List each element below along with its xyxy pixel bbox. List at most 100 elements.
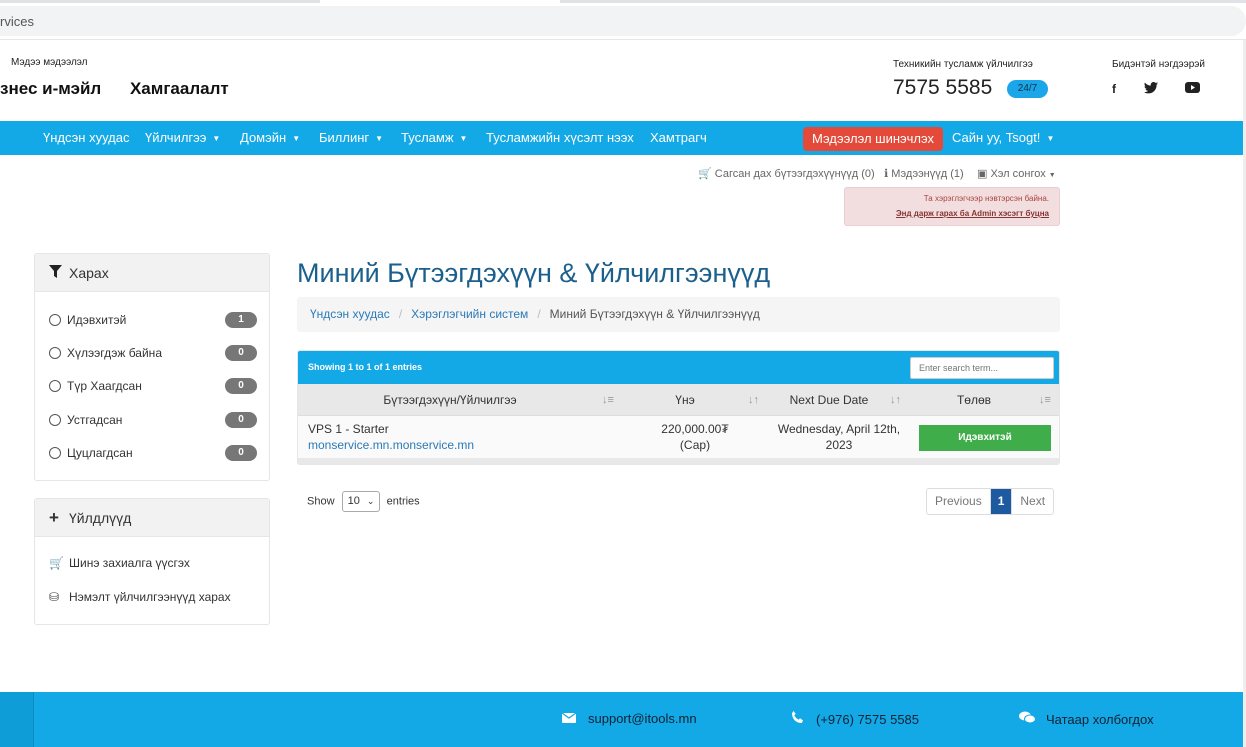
actions-panel: + Үйлдлүүд 🛒 Шинэ захиалга үүсгэх ⛁ Нэмэлт … bbox=[34, 498, 270, 625]
column-header-price[interactable]: Үнэ bbox=[628, 384, 742, 416]
radio-icon[interactable] bbox=[49, 413, 61, 426]
filter-pending[interactable]: Хүлээгдэж байна 0 bbox=[49, 343, 257, 363]
nav-item-domains[interactable]: Домэйн ▼ bbox=[240, 121, 300, 155]
radio-icon[interactable] bbox=[49, 446, 61, 459]
table-search-input[interactable] bbox=[910, 357, 1054, 379]
footer-chat[interactable]: Чатаар холбогдох bbox=[1018, 711, 1154, 727]
caret-down-icon: ▼ bbox=[459, 133, 468, 143]
nav-item-open-ticket[interactable]: Тусламжийн хүсэлт нээх bbox=[486, 121, 634, 155]
sort-icon[interactable]: ↓≡ bbox=[1039, 384, 1051, 416]
actions-panel-header: + Үйлдлүүд bbox=[35, 499, 269, 537]
nav-item-support[interactable]: Тусламж ▼ bbox=[401, 121, 467, 155]
product-name: VPS 1 - Starter bbox=[308, 422, 389, 436]
filter-icon bbox=[49, 254, 63, 292]
radio-icon[interactable] bbox=[49, 379, 61, 392]
footer-phone[interactable]: (+976) 7575 5585 bbox=[788, 711, 919, 727]
news-label[interactable]: Мэдээ мэдээлэл bbox=[11, 57, 88, 68]
breadcrumb: Үндсэн хуудас / Хэрэглэгчийн систем / Миний … bbox=[297, 297, 1060, 332]
nav-item-home[interactable]: Үндсэн хуудас bbox=[43, 121, 129, 155]
caret-down-icon: ▼ bbox=[1046, 133, 1055, 143]
table-info: Showing 1 to 1 of 1 entries bbox=[308, 362, 423, 372]
plus-icon: + bbox=[49, 508, 59, 527]
chevron-down-icon: ⌄ bbox=[366, 496, 375, 506]
address-bar[interactable]: rvices bbox=[0, 6, 1246, 36]
column-header-status[interactable]: Төлөв bbox=[916, 384, 1032, 416]
browser-active-tab[interactable] bbox=[320, 0, 560, 3]
radio-icon[interactable] bbox=[49, 346, 61, 359]
table-header: Бүтээгдэхүүн/Үйлчилгээ ↓≡ Үнэ ↓↑ Next Du… bbox=[298, 384, 1059, 416]
filter-terminated[interactable]: Устгадсан 0 bbox=[49, 410, 257, 430]
caret-down-icon: ▼ bbox=[292, 133, 301, 143]
column-header-product[interactable]: Бүтээгдэхүүн/Үйлчилгээ bbox=[308, 384, 592, 416]
column-header-due-date[interactable]: Next Due Date bbox=[768, 384, 890, 416]
support-label: Техникийн тусламж үйлчилгээ bbox=[893, 59, 1033, 70]
pagination-previous[interactable]: Previous bbox=[927, 489, 991, 514]
youtube-icon[interactable] bbox=[1184, 82, 1200, 96]
sort-icon[interactable]: ↓↑ bbox=[748, 384, 759, 416]
cart-icon: 🛒 bbox=[698, 168, 712, 180]
count-badge: 0 bbox=[225, 345, 257, 361]
language-icon: ▣ bbox=[977, 168, 988, 180]
header-links: знес и-мэйл Хамгаалалт bbox=[0, 79, 253, 99]
table-toolbar: Showing 1 to 1 of 1 entries bbox=[298, 351, 1059, 384]
update-info-button[interactable]: Мэдээлэл шинэчлэх bbox=[803, 127, 943, 151]
page-length-select[interactable]: 10 ⌄ bbox=[341, 491, 380, 512]
nav-item-affiliates[interactable]: Хамтрагч bbox=[650, 121, 707, 155]
pagination-next[interactable]: Next bbox=[1012, 489, 1053, 514]
product-domain-link[interactable]: monservice.mn.monservice.mn bbox=[308, 438, 474, 452]
status-badge: Идэвхитэй bbox=[919, 425, 1051, 451]
page-title: Миний Бүтээгдэхүүн & Үйлчилгээнүүд bbox=[297, 258, 771, 288]
count-badge: 0 bbox=[225, 412, 257, 428]
chat-icon bbox=[1018, 711, 1036, 727]
caret-down-icon: ▼ bbox=[212, 133, 221, 143]
page-length-control: Show 10 ⌄ entries bbox=[307, 491, 420, 512]
support-phone[interactable]: 7575 5585 bbox=[893, 76, 992, 100]
facebook-icon[interactable]: f bbox=[1106, 82, 1122, 96]
admin-alert: Та хэрэглэгчээр нэвтэрсэн байна. Энд дар… bbox=[844, 187, 1060, 226]
nav-item-services[interactable]: Үйлчилгээ ▼ bbox=[145, 121, 220, 155]
header-link-security[interactable]: Хамгаалалт bbox=[130, 79, 229, 98]
browser-bar: rvices bbox=[0, 0, 1246, 40]
return-to-admin-link[interactable]: Энд дарж гарах ба Admin хэсэгт буцна bbox=[896, 209, 1049, 218]
product-price: 220,000.00₮ bbox=[661, 422, 729, 436]
nav-item-account[interactable]: Сайн уу, Tsogt! ▼ bbox=[952, 121, 1054, 155]
envelope-icon bbox=[560, 711, 578, 726]
pagination-page[interactable]: 1 bbox=[990, 489, 1013, 514]
addons-link[interactable]: ⛁ Нэмэлт үйлчилгээнүүд харах bbox=[49, 590, 231, 604]
caret-down-icon: ▼ bbox=[1048, 172, 1056, 179]
twitter-icon[interactable] bbox=[1143, 82, 1159, 96]
radio-icon[interactable] bbox=[49, 313, 61, 326]
phone-icon bbox=[788, 711, 806, 727]
sort-icon[interactable]: ↓↑ bbox=[890, 384, 901, 416]
services-table: Showing 1 to 1 of 1 entries Бүтээгдэхүүн… bbox=[297, 350, 1060, 465]
billing-cycle: (Сар) bbox=[679, 438, 711, 452]
caret-down-icon: ▼ bbox=[375, 133, 384, 143]
cubes-icon: ⛁ bbox=[49, 590, 60, 604]
sort-icon[interactable]: ↓≡ bbox=[602, 384, 614, 416]
new-order-link[interactable]: 🛒 Шинэ захиалга үүсгэх bbox=[49, 556, 190, 570]
header-link-email[interactable]: знес и-мэйл bbox=[0, 79, 101, 98]
next-due-date-year: 2023 bbox=[825, 438, 853, 452]
filter-panel: Харах Идэвхитэй 1 Хүлээгдэж байна 0 Түр … bbox=[34, 253, 270, 481]
filter-suspended[interactable]: Түр Хаагдсан 0 bbox=[49, 376, 257, 396]
footer-side-strip bbox=[0, 692, 34, 747]
filter-cancelled[interactable]: Цуцлагдсан 0 bbox=[49, 443, 257, 463]
cart-link[interactable]: 🛒 Сагсан дах бүтээгдэхүүнүүд (0) bbox=[698, 167, 875, 180]
table-footer bbox=[298, 458, 1059, 464]
cart-icon: 🛒 bbox=[49, 556, 64, 570]
breadcrumb-current: Миний Бүтээгдэхүүн & Үйлчилгээнүүд bbox=[549, 307, 760, 321]
connect-label: Бидэнтэй нэгдээрэй bbox=[1112, 59, 1205, 70]
language-selector[interactable]: ▣ Хэл сонгох ▼ bbox=[977, 167, 1056, 180]
filter-active[interactable]: Идэвхитэй 1 bbox=[49, 310, 257, 330]
notifications-link[interactable]: ℹ Мэдээнүүд (1) bbox=[884, 167, 964, 180]
main-nav: Үндсэн хуудас Үйлчилгээ ▼ Домэйн ▼ Биллинг… bbox=[0, 121, 1246, 155]
breadcrumb-client-area[interactable]: Хэрэглэгчийн систем bbox=[411, 307, 528, 321]
breadcrumb-home[interactable]: Үндсэн хуудас bbox=[310, 307, 390, 321]
nav-item-billing[interactable]: Биллинг ▼ bbox=[319, 121, 383, 155]
next-due-date: Wednesday, April 12th, bbox=[777, 422, 901, 436]
count-badge: 1 bbox=[225, 312, 257, 328]
table-row[interactable]: VPS 1 - Starter monservice.mn.monservice… bbox=[298, 416, 1059, 458]
footer-email[interactable]: support@itools.mn bbox=[560, 711, 697, 726]
info-icon: ℹ bbox=[884, 168, 889, 180]
alert-message: Та хэрэглэгчээр нэвтэрсэн байна. bbox=[923, 194, 1049, 203]
